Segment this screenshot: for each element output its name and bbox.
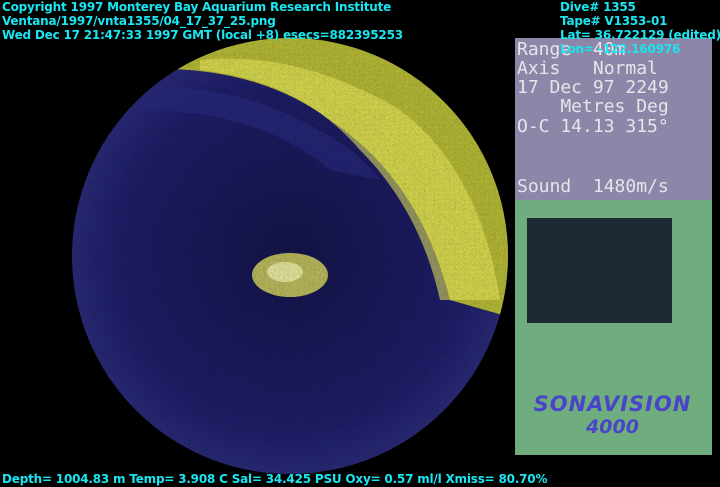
sound-readout: Sound 1480m/s [517, 176, 669, 197]
axis-readout: Axis Normal [517, 58, 658, 79]
video-inset [527, 218, 672, 323]
logo-name: SONAVISION [533, 392, 692, 416]
logo-model: 4000 [586, 416, 639, 438]
sonar-noise [72, 38, 508, 474]
date-readout: 17 Dec 97 2249 [517, 77, 669, 98]
file-path: Ventana/1997/vnta1355/04_17_37_25.png [2, 14, 276, 28]
sonar-unit-panel: SONAVISION 4000 [515, 200, 712, 455]
latitude: Lat= 36.722129 (edited) [560, 28, 720, 42]
sonavision-logo: SONAVISION 4000 [525, 392, 700, 438]
longitude: Lon= -122.160976 [560, 42, 681, 56]
sensor-readout: Depth= 1004.83 m Temp= 3.908 C Sal= 34.4… [2, 472, 548, 486]
dive-number: Dive# 1355 [560, 0, 636, 14]
timestamp: Wed Dec 17 21:47:33 1997 GMT (local +8) … [2, 28, 403, 42]
oc-readout: O-C 14.13 315° [517, 116, 669, 137]
copyright-text: Copyright 1997 Monterey Bay Aquarium Res… [2, 0, 392, 14]
sonar-info-panel: Range 40m Axis Normal 17 Dec 97 2249 Met… [515, 38, 712, 200]
tape-number: Tape# V1353-01 [560, 14, 668, 28]
units-readout: Metres Deg [517, 96, 669, 117]
